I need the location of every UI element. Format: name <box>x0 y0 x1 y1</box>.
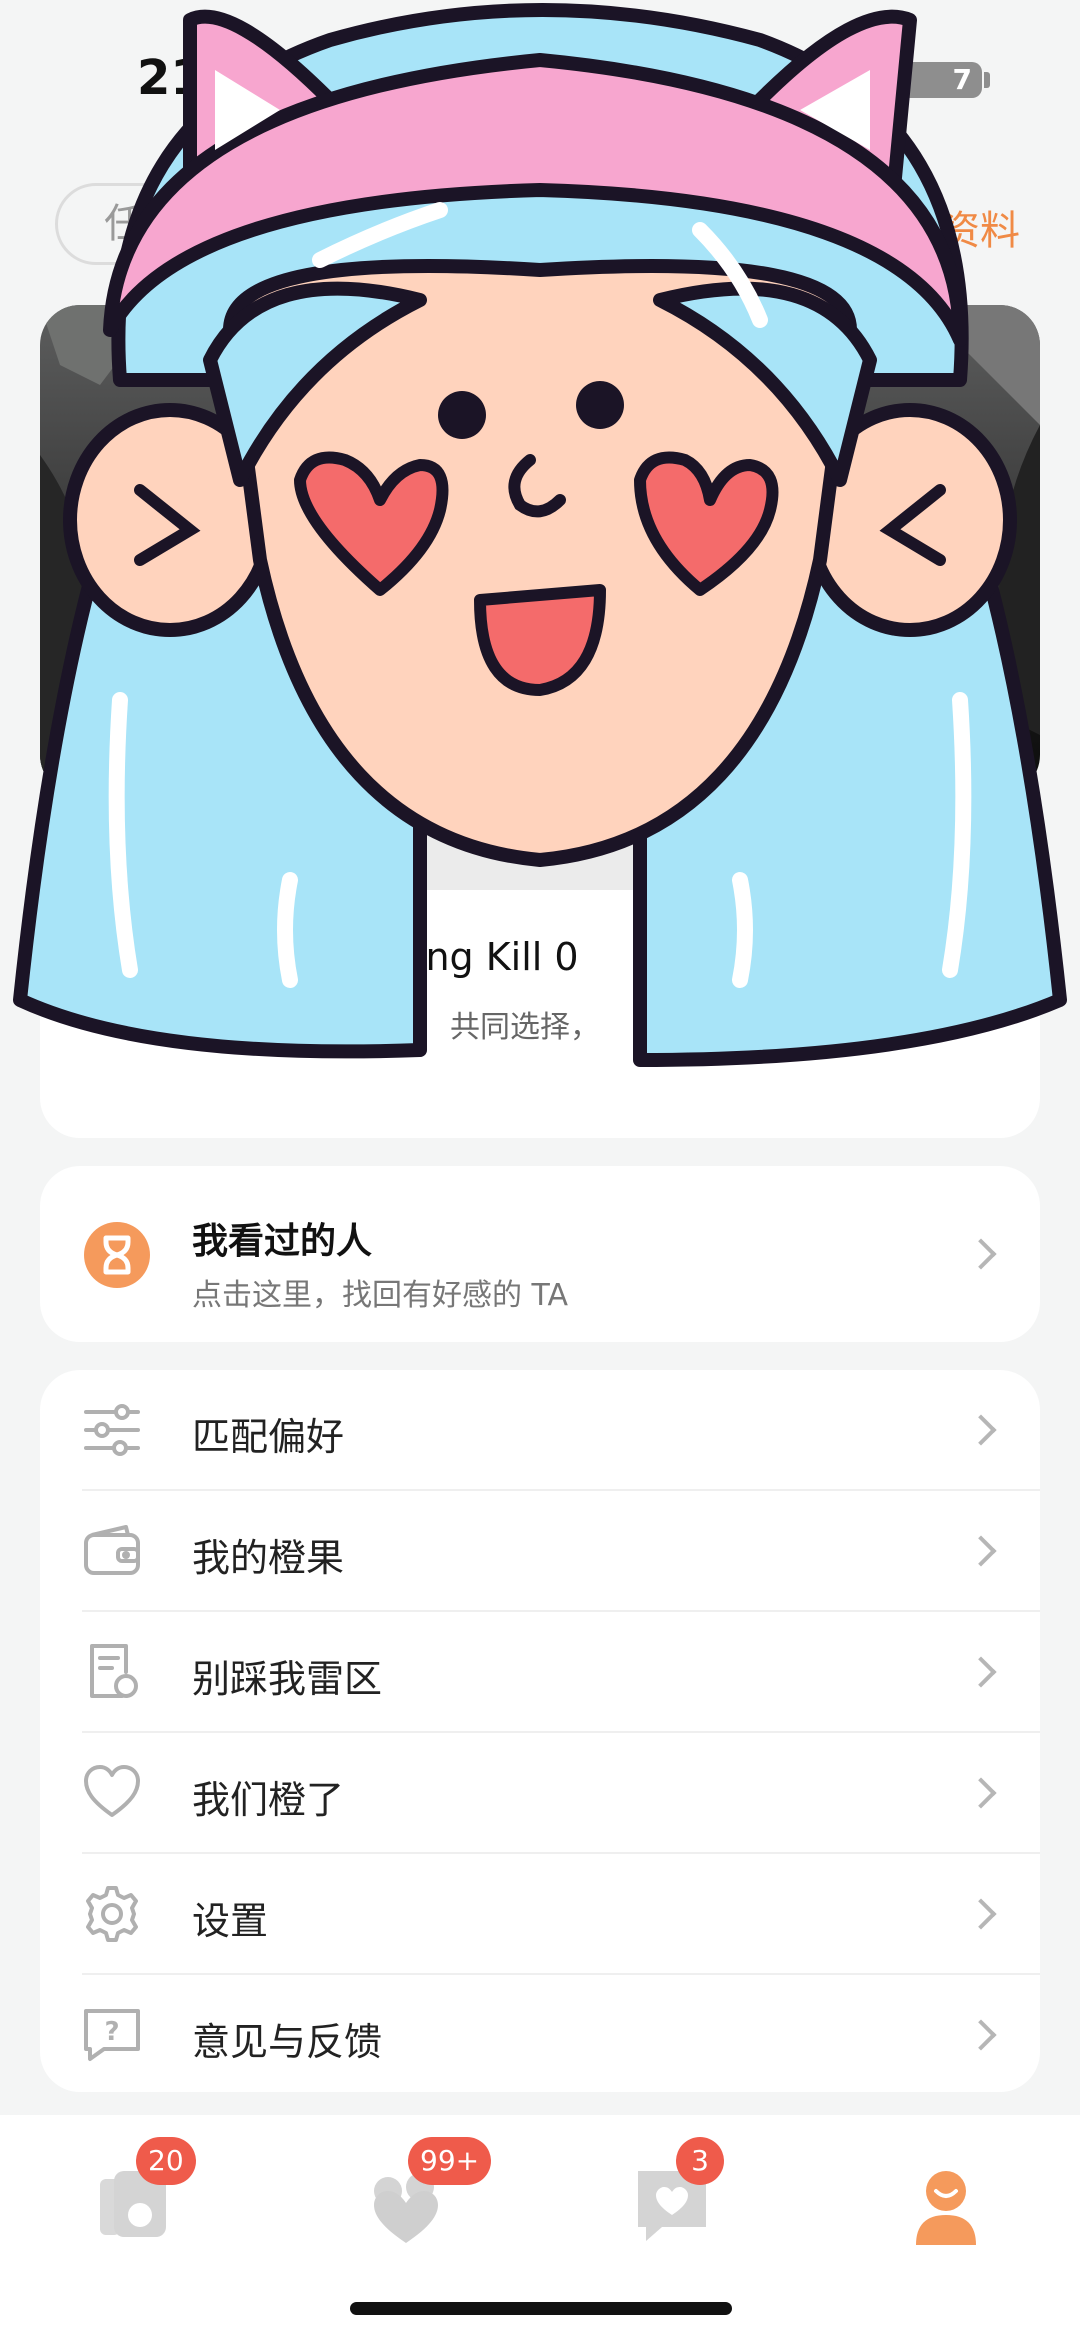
badge-messages: 3 <box>676 2137 724 2185</box>
tab-messages[interactable]: 3 <box>628 2137 724 2253</box>
chevron-right-icon <box>965 1656 997 1688</box>
menu-item-feedback[interactable]: ? 意见与反馈 <box>40 1975 1040 2096</box>
battery-nub <box>984 72 990 88</box>
viewed-people-card[interactable]: 我看过的人 点击这里，找回有好感的 TA <box>40 1166 1040 1342</box>
edit-profile-link[interactable]: 资料 <box>940 198 1020 256</box>
status-bar: 21 7 <box>0 0 1080 150</box>
chevron-right-icon <box>965 2019 997 2051</box>
menu-item-match-preference[interactable]: 匹配偏好 <box>40 1370 1040 1491</box>
viewed-title: 我看过的人 <box>192 1221 373 1262</box>
photo-image <box>40 305 1040 795</box>
menu-item-matched[interactable]: 我们橙了 <box>40 1733 1040 1854</box>
tab-profile[interactable] <box>898 2157 994 2253</box>
chevron-right-icon <box>965 1898 997 1930</box>
sliders-icon <box>84 1404 140 1456</box>
heart-icon <box>84 1765 140 1817</box>
menu-label: 匹配偏好 <box>192 1415 345 1459</box>
home-indicator <box>350 2302 732 2315</box>
gear-icon <box>86 1886 138 1942</box>
hourglass-icon <box>84 1222 150 1288</box>
game-card[interactable]: ting Kill 0 共同选择， <box>40 820 1040 1138</box>
profile-icon <box>916 2171 976 2245</box>
document-icon <box>90 1644 138 1698</box>
chevron-right-icon <box>965 1238 997 1270</box>
chevron-right-icon <box>965 1414 997 1446</box>
chevron-right-icon <box>965 1535 997 1567</box>
feedback-icon: ? <box>84 2009 140 2061</box>
wallet-icon <box>84 1525 140 1575</box>
game-description: 共同选择， <box>450 1010 600 1045</box>
menu-item-settings[interactable]: 设置 <box>40 1854 1040 1975</box>
menu-label: 我们橙了 <box>192 1778 345 1822</box>
menu-label: 别踩我雷区 <box>192 1657 383 1701</box>
game-card-header <box>40 820 1040 890</box>
menu-label: 意见与反馈 <box>192 2020 383 2064</box>
menu-item-oranges[interactable]: 我的橙果 <box>40 1491 1040 1612</box>
tab-likes[interactable]: 99+ <box>358 2137 492 2253</box>
task-button[interactable]: 任 <box>55 183 255 265</box>
status-time: 21 <box>137 50 204 106</box>
tab-cards[interactable]: 20 <box>88 2137 196 2253</box>
menu-label: 设置 <box>192 1899 269 1943</box>
battery-icon: 7 <box>900 62 982 98</box>
viewed-subtitle: 点击这里，找回有好感的 TA <box>192 1278 569 1313</box>
game-title: ting Kill 0 <box>400 935 579 979</box>
settings-menu: 匹配偏好 我的橙果 别踩我雷区 我们橙了 设置 ? 意见与反馈 <box>40 1370 1040 2092</box>
menu-label: 我的橙果 <box>192 1536 345 1580</box>
chevron-right-icon <box>965 1777 997 1809</box>
badge-cards: 20 <box>136 2137 196 2185</box>
menu-item-red-zone[interactable]: 别踩我雷区 <box>40 1612 1040 1733</box>
svg-text:?: ? <box>104 2017 119 2047</box>
profile-photo[interactable] <box>40 305 1040 795</box>
badge-likes: 99+ <box>408 2137 492 2185</box>
